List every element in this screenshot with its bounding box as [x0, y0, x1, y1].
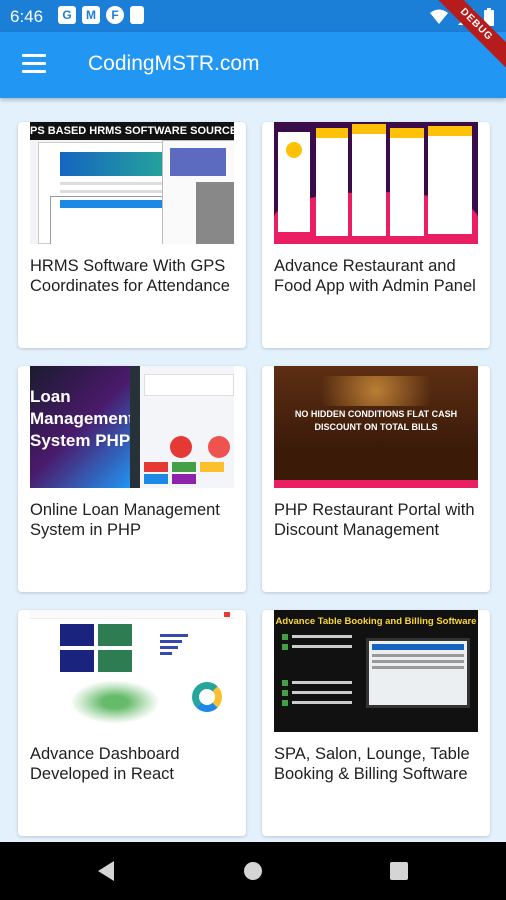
article-thumbnail: Loan Management System PHP: [30, 366, 234, 488]
thumb-caption: NO HIDDEN CONDITIONS FLAT CASH DISCOUNT …: [294, 409, 458, 432]
app-title: CodingMSTR.com: [88, 52, 260, 75]
recents-button[interactable]: [369, 842, 429, 900]
article-card-restaurant-app[interactable]: Advance Restaurant and Food App with Adm…: [262, 122, 490, 348]
menu-button[interactable]: [22, 54, 46, 74]
article-card-hrms[interactable]: PS BASED HRMS SOFTWARE SOURCE COD HRMS S…: [18, 122, 246, 348]
article-thumbnail: PS BASED HRMS SOFTWARE SOURCE COD: [30, 122, 234, 244]
gmail-icon: M: [82, 6, 100, 24]
article-card-react-dashboard[interactable]: Advance Dashboard Developed in React: [18, 610, 246, 836]
menu-icon: [22, 54, 46, 57]
article-card-loan[interactable]: Loan Management System PHP Online Loan M…: [18, 366, 246, 592]
thumb-caption: PS BASED HRMS SOFTWARE SOURCE COD: [30, 122, 234, 140]
article-title: HRMS Software With GPS Coordinates for A…: [30, 257, 230, 295]
article-title: Advance Restaurant and Food App with Adm…: [274, 257, 476, 295]
thumb-caption: Advance Table Booking and Billing Softwa…: [275, 616, 477, 627]
article-title: Advance Dashboard Developed in React: [30, 745, 180, 783]
sd-card-icon: [130, 6, 144, 24]
system-navigation-bar: [0, 842, 506, 900]
google-icon: G: [58, 6, 76, 24]
article-thumbnail: [30, 610, 234, 732]
notification-icons: G M F: [58, 6, 144, 24]
recents-icon: [390, 862, 408, 880]
article-thumbnail: Advance Table Booking and Billing Softwa…: [274, 610, 478, 732]
status-bar: 6:46 G M F: [0, 0, 506, 32]
status-time: 6:46: [10, 7, 44, 26]
article-thumbnail: NO HIDDEN CONDITIONS FLAT CASH DISCOUNT …: [274, 366, 478, 488]
back-icon: [98, 861, 114, 881]
article-card-restaurant-portal[interactable]: NO HIDDEN CONDITIONS FLAT CASH DISCOUNT …: [262, 366, 490, 592]
home-icon: [244, 862, 262, 880]
article-title: Online Loan Management System in PHP: [30, 501, 220, 539]
back-button[interactable]: [76, 842, 136, 900]
app-notification-icon: F: [106, 6, 124, 24]
thumb-caption: Loan Management System PHP: [30, 387, 134, 450]
article-thumbnail: [274, 122, 478, 244]
wifi-icon: [430, 9, 448, 24]
app-bar: CodingMSTR.com: [0, 32, 506, 98]
article-card-spa-salon[interactable]: Advance Table Booking and Billing Softwa…: [262, 610, 490, 836]
home-button[interactable]: [223, 842, 283, 900]
article-title: SPA, Salon, Lounge, Table Booking & Bill…: [274, 745, 470, 783]
article-title: PHP Restaurant Portal with Discount Mana…: [274, 501, 475, 539]
